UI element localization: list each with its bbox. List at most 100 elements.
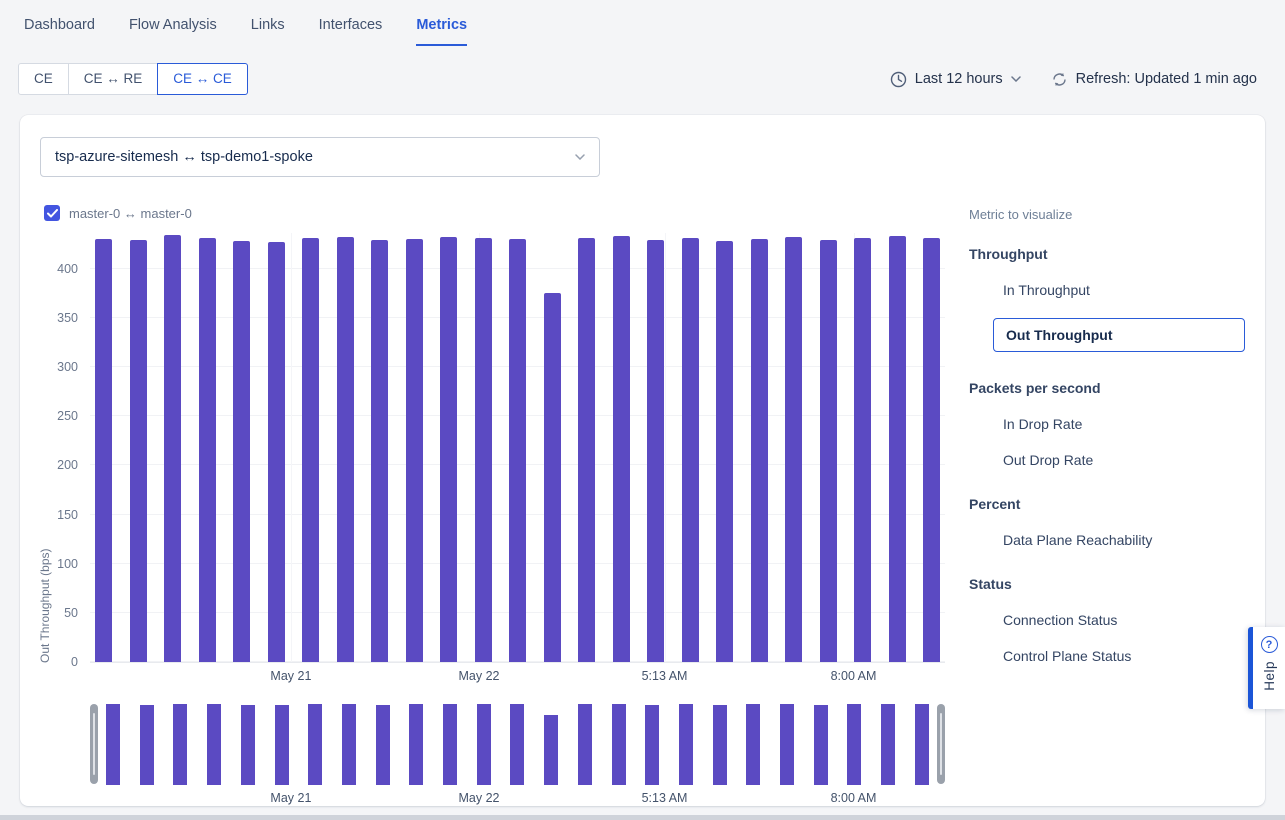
bar: [889, 236, 906, 662]
brush-bars-group: [90, 703, 945, 785]
metric-item-in-drop-rate[interactable]: In Drop Rate: [1003, 416, 1245, 432]
bar: [713, 705, 727, 785]
x-tick-label: 5:13 AM: [642, 669, 688, 683]
bar: [612, 704, 626, 785]
metric-groups: Throughput In Throughput Out Throughput Pac…: [969, 246, 1245, 664]
x-tick-label: May 22: [459, 669, 500, 683]
bar: [915, 704, 929, 785]
refresh-label: Refresh: Updated 1 min ago: [1076, 71, 1257, 87]
toolbar-right: Last 12 hours Refresh: Updated 1 min ago: [890, 71, 1257, 88]
pair-select[interactable]: tsp-azure-sitemesh ↔ tsp-demo1-spoke: [40, 137, 600, 177]
metric-group-header-throughput: Throughput: [969, 246, 1245, 262]
y-tick-label: 250: [57, 409, 78, 423]
bar: [164, 235, 181, 662]
series-checkbox[interactable]: [44, 205, 60, 221]
bar: [140, 705, 154, 786]
chevron-down-icon: [575, 154, 585, 160]
x-tick-label: 8:00 AM: [831, 791, 877, 805]
help-tab[interactable]: ? Help: [1248, 627, 1285, 709]
bar: [746, 704, 760, 785]
metric-item-out-throughput[interactable]: Out Throughput: [993, 318, 1245, 352]
series-legend: master-0 ↔ master-0: [44, 205, 945, 221]
x-tick-label: 8:00 AM: [831, 669, 877, 683]
metric-item-connection-status[interactable]: Connection Status: [1003, 612, 1245, 628]
bottom-divider: [0, 815, 1285, 820]
x-tick-label: May 21: [270, 791, 311, 805]
metrics-card: tsp-azure-sitemesh ↔ tsp-demo1-spoke mas…: [20, 115, 1265, 806]
refresh-control[interactable]: Refresh: Updated 1 min ago: [1051, 71, 1257, 88]
bar: [544, 293, 561, 662]
y-tick-label: 200: [57, 458, 78, 472]
nav-item-links[interactable]: Links: [251, 17, 285, 46]
metric-group-header-percent: Percent: [969, 496, 1245, 512]
chart-area: Out Throughput (bps) 0501001502002503003…: [40, 233, 945, 811]
chart-column: master-0 ↔ master-0 Out Throughput (bps)…: [40, 199, 945, 811]
bar: [302, 238, 319, 662]
bar: [173, 704, 187, 786]
bars-group: [90, 233, 945, 662]
top-nav: Dashboard Flow Analysis Links Interfaces Met…: [0, 0, 1285, 46]
metric-panel-title: Metric to visualize: [969, 207, 1245, 222]
bar: [509, 239, 526, 662]
bar: [820, 240, 837, 662]
bar: [406, 239, 423, 662]
y-tick-label: 100: [57, 557, 78, 571]
bar: [241, 705, 255, 785]
main-chart: 050100150200250300350400: [90, 233, 945, 663]
brush-handle-left[interactable]: [90, 704, 98, 784]
nav-item-dashboard[interactable]: Dashboard: [24, 17, 95, 46]
bar: [578, 238, 595, 662]
bar: [233, 241, 250, 662]
metric-item-control-plane-status[interactable]: Control Plane Status: [1003, 648, 1245, 664]
nav-item-metrics[interactable]: Metrics: [416, 17, 467, 46]
bar: [854, 238, 871, 662]
x-axis-labels: May 21May 225:13 AM8:00 AM: [90, 667, 945, 689]
bar: [106, 704, 120, 785]
metric-panel: Metric to visualize Throughput In Through…: [945, 199, 1245, 811]
tab-ce[interactable]: CE: [18, 63, 69, 95]
nav-item-flow-analysis[interactable]: Flow Analysis: [129, 17, 217, 46]
bar: [847, 704, 861, 785]
brush-chart[interactable]: [90, 703, 945, 785]
bar: [785, 237, 802, 662]
y-tick-label: 50: [64, 606, 78, 620]
refresh-icon: [1051, 71, 1068, 88]
metric-item-in-throughput[interactable]: In Throughput: [1003, 282, 1245, 298]
bar: [613, 236, 630, 662]
brush-handle-right[interactable]: [937, 704, 945, 784]
clock-icon: [890, 71, 907, 88]
nav-item-interfaces[interactable]: Interfaces: [319, 17, 383, 46]
bar: [443, 704, 457, 785]
help-icon: ?: [1261, 636, 1278, 653]
y-tick-label: 0: [71, 655, 78, 669]
bar: [510, 704, 524, 785]
bar: [679, 704, 693, 785]
time-range-dropdown[interactable]: Last 12 hours: [890, 71, 1021, 88]
view-tabs: CECE ↔ RECE ↔ CE: [18, 63, 248, 95]
bar: [647, 240, 664, 662]
metric-item-out-drop-rate[interactable]: Out Drop Rate: [1003, 452, 1245, 468]
bar: [440, 237, 457, 662]
page: Dashboard Flow Analysis Links Interfaces Met…: [0, 0, 1285, 806]
bar: [130, 240, 147, 662]
tab-ce-re[interactable]: CE ↔ RE: [68, 63, 159, 95]
bar: [923, 238, 940, 662]
time-range-label: Last 12 hours: [915, 71, 1003, 87]
metric-item-data-plane-reachability[interactable]: Data Plane Reachability: [1003, 532, 1245, 548]
pair-select-value: tsp-azure-sitemesh ↔ tsp-demo1-spoke: [55, 149, 313, 165]
bar: [881, 704, 895, 785]
bar: [409, 704, 423, 785]
bar: [682, 238, 699, 662]
series-label: master-0 ↔ master-0: [69, 206, 192, 221]
bar: [371, 240, 388, 662]
toolbar: CECE ↔ RECE ↔ CE Last 12 hours Refresh: …: [0, 46, 1285, 95]
check-icon: [47, 209, 58, 218]
bar: [275, 705, 289, 785]
bar: [544, 715, 558, 786]
bar: [780, 704, 794, 785]
y-tick-label: 300: [57, 360, 78, 374]
bar: [207, 704, 221, 785]
tab-ce-ce[interactable]: CE ↔ CE: [157, 63, 248, 95]
metric-group-header-packets-per-second: Packets per second: [969, 380, 1245, 396]
bar: [268, 242, 285, 662]
